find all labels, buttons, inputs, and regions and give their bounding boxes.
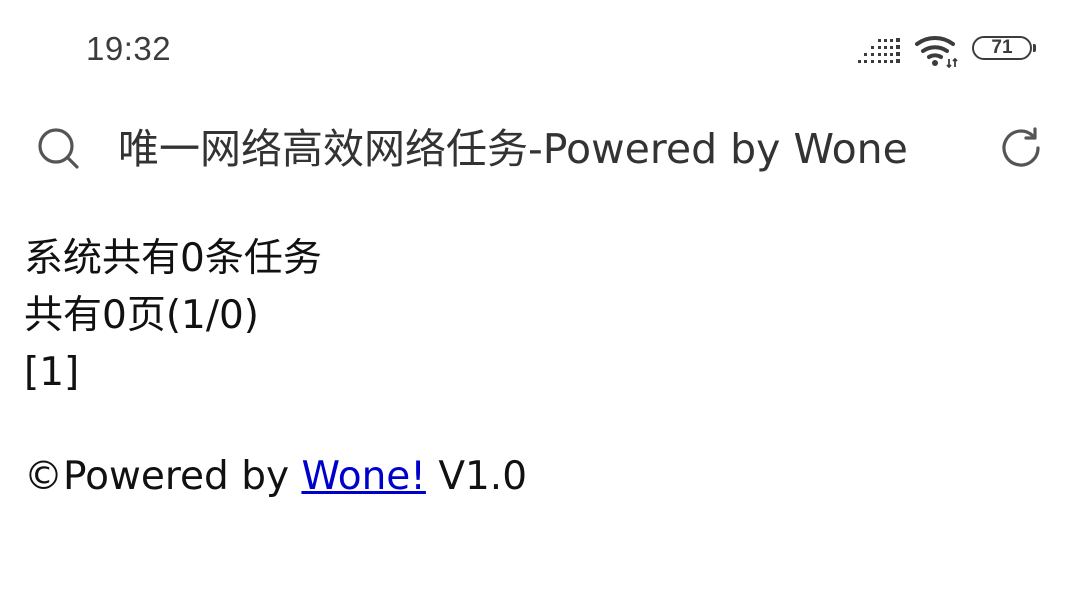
address-bar[interactable]: 唯一网络高效网络任务-Powered by Wone: [0, 100, 1080, 200]
page-link[interactable]: [1]: [24, 344, 1054, 401]
footer: ©Powered by Wone! V1.0: [24, 448, 1054, 505]
wifi-icon: [915, 36, 958, 68]
reload-icon[interactable]: [998, 124, 1046, 172]
page-title[interactable]: 唯一网络高效网络任务-Powered by Wone: [118, 122, 978, 176]
page-info-text: 共有0页(1/0): [24, 293, 260, 338]
battery-level: 71: [991, 37, 1013, 58]
footer-prefix: ©Powered by: [24, 454, 302, 499]
signal-icon: [858, 38, 900, 63]
status-bar: 19:32 71: [0, 0, 1080, 100]
search-icon[interactable]: [36, 126, 80, 170]
status-time: 19:32: [86, 30, 172, 67]
battery-cap: [1033, 44, 1036, 52]
footer-suffix: V1.0: [425, 454, 528, 499]
battery-icon: 71: [972, 36, 1036, 64]
wone-link[interactable]: Wone!: [301, 454, 425, 499]
page-content: 系统共有0条任务 共有0页(1/0) [1] ©Powered by Wone!…: [24, 230, 1054, 505]
task-count-text: 系统共有0条任务: [24, 236, 322, 281]
